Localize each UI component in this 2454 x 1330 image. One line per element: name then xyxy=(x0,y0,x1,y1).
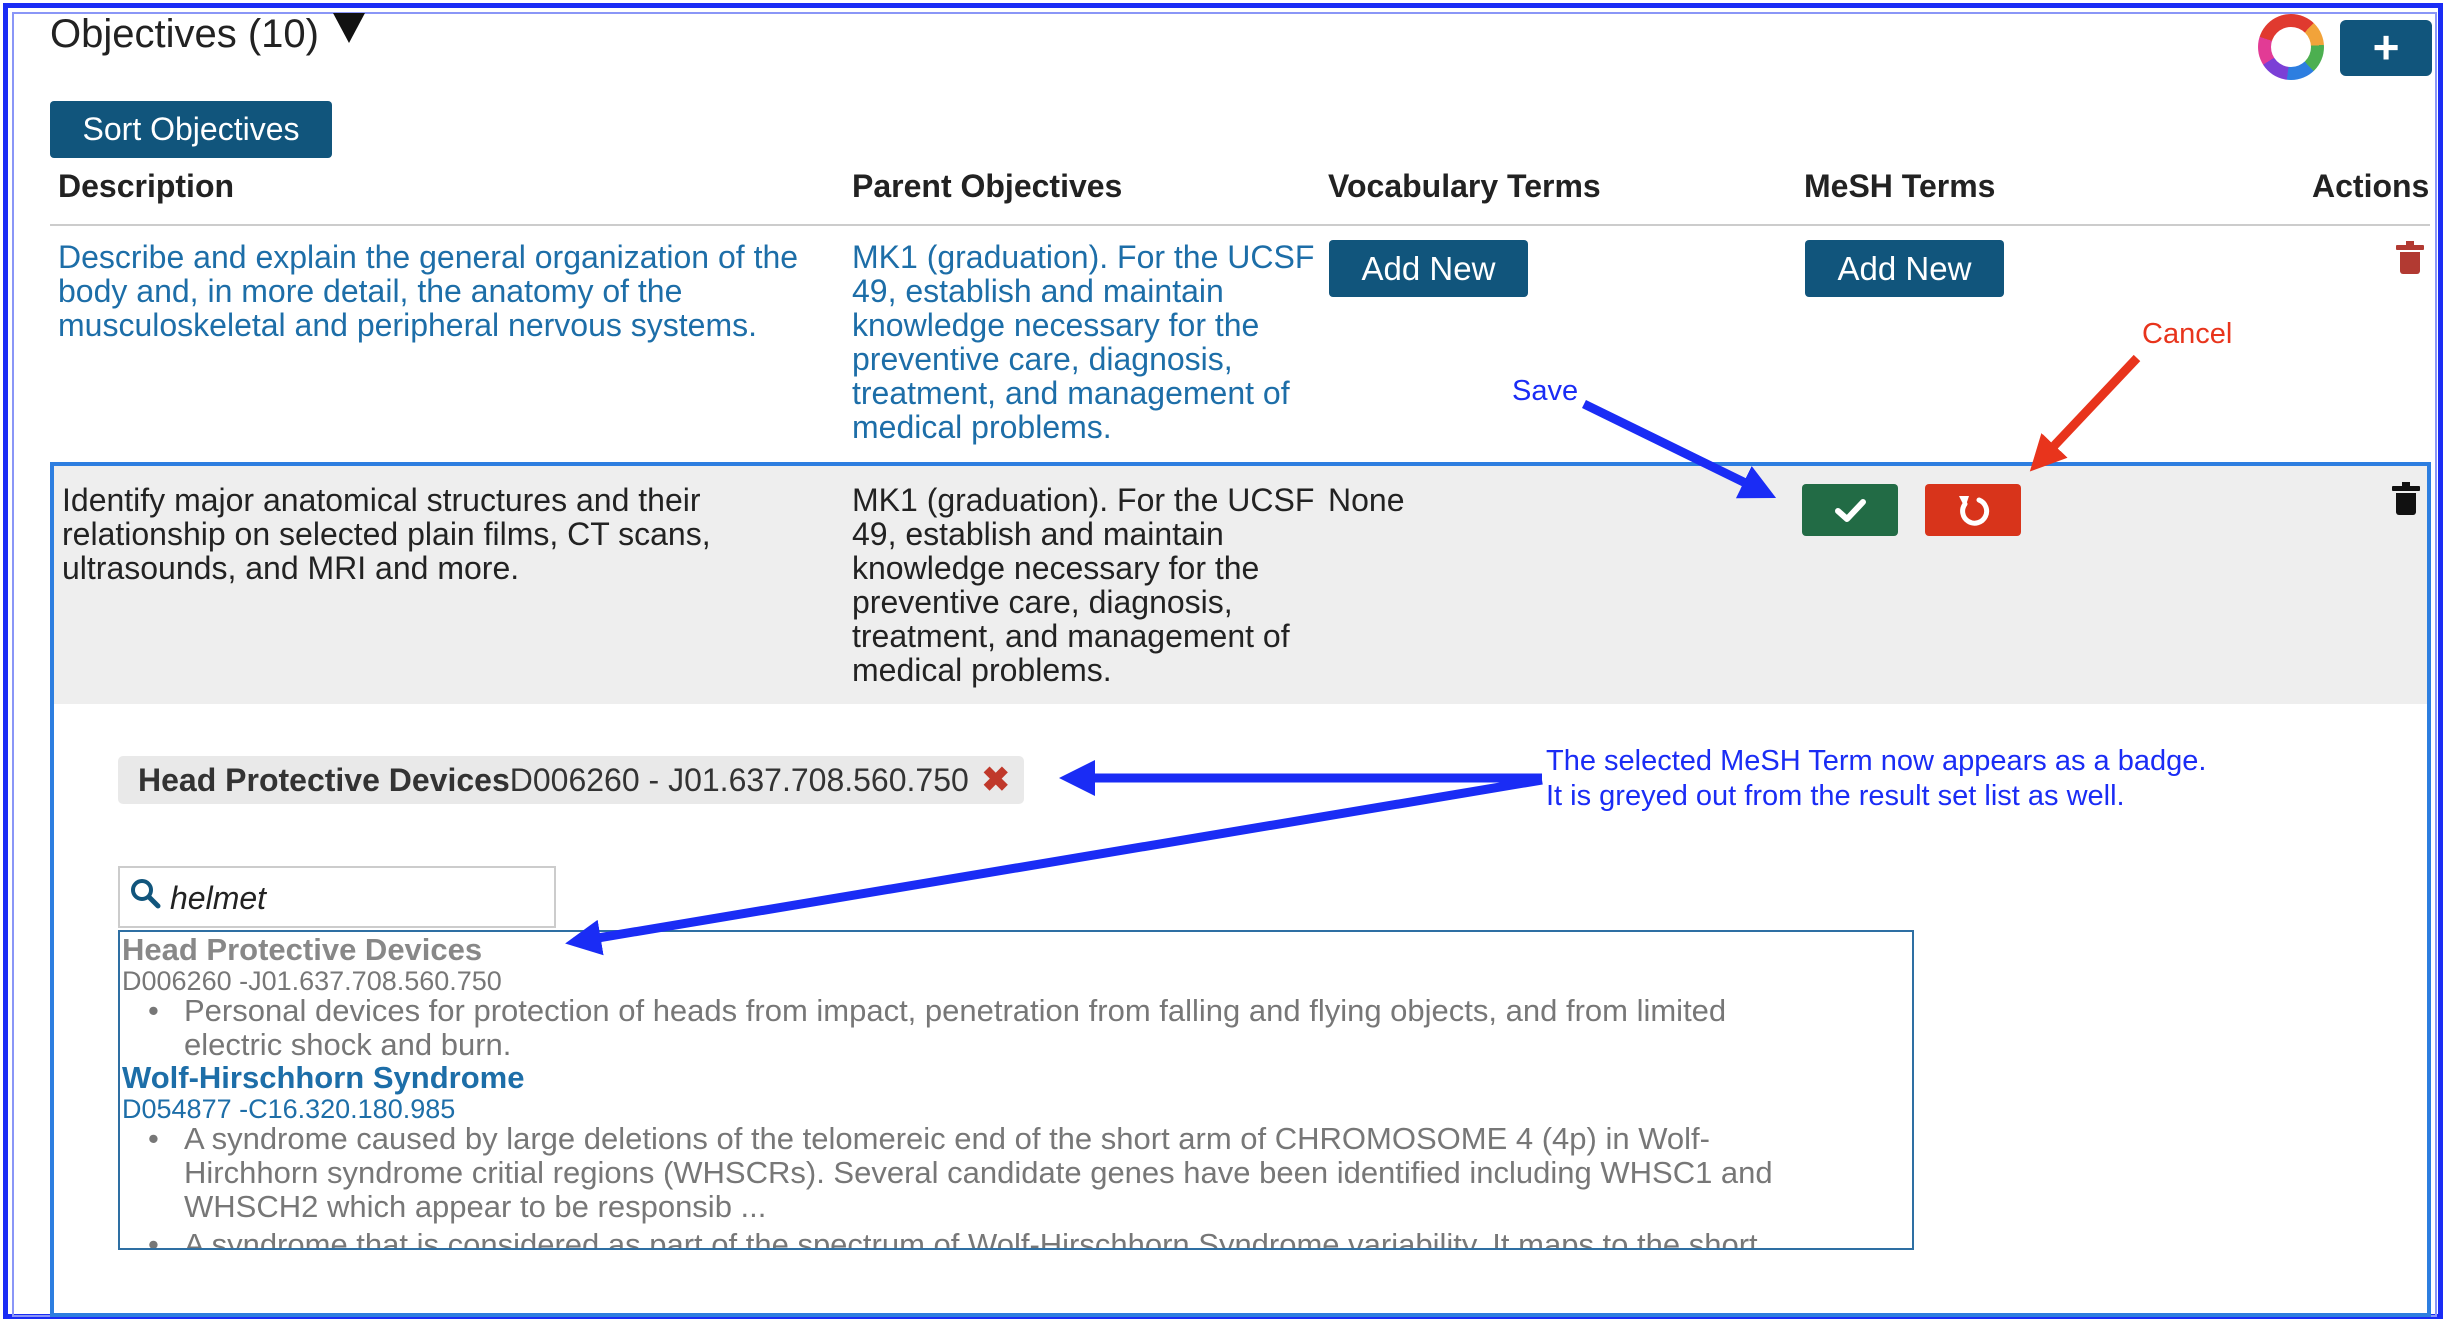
save-arrow xyxy=(1582,399,1777,499)
annotation-arrows xyxy=(565,354,2141,956)
cancel-arrow xyxy=(2029,354,2141,472)
result-arrow xyxy=(565,775,1543,956)
